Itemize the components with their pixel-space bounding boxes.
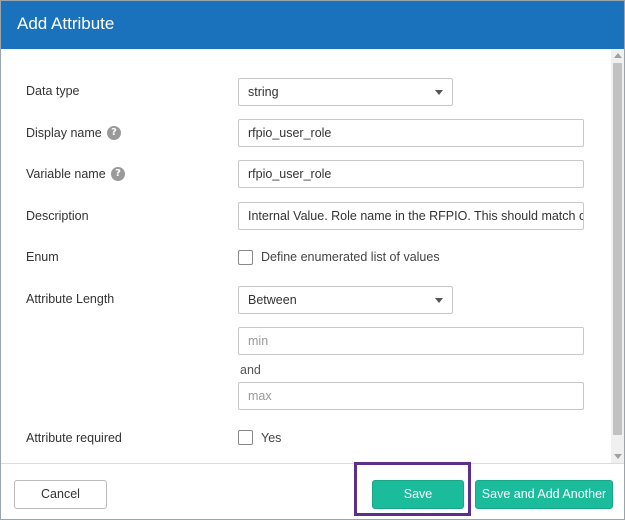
help-icon[interactable]: ? — [111, 167, 125, 181]
dialog-title: Add Attribute — [17, 14, 115, 33]
min-placeholder: min — [248, 334, 269, 348]
attribute-required-checkbox[interactable] — [238, 430, 253, 445]
display-name-input[interactable]: rfpio_user_role — [238, 119, 584, 147]
data-type-value: string — [248, 85, 279, 99]
description-value: Internal Value. Role name in the RFPIO. … — [248, 209, 584, 223]
data-type-label: Data type — [26, 84, 80, 98]
attribute-required-label: Attribute required — [26, 431, 122, 445]
dialog-body: Data type string Display name ? rfpio_us… — [1, 49, 624, 463]
attribute-length-label: Attribute Length — [26, 292, 115, 306]
attribute-length-value: Between — [248, 293, 297, 307]
scroll-up-icon[interactable] — [614, 53, 622, 58]
scroll-thumb[interactable] — [613, 63, 622, 435]
and-label: and — [240, 363, 261, 377]
attribute-length-select[interactable]: Between — [238, 286, 453, 314]
help-icon[interactable]: ? — [107, 126, 121, 140]
description-input[interactable]: Internal Value. Role name in the RFPIO. … — [238, 202, 584, 230]
max-placeholder: max — [248, 389, 272, 403]
add-attribute-dialog: Add Attribute Data type string Display n… — [0, 0, 625, 520]
chevron-down-icon — [435, 90, 443, 95]
min-input[interactable]: min — [238, 327, 584, 355]
scroll-down-icon[interactable] — [614, 454, 622, 459]
dialog-header: Add Attribute — [1, 1, 624, 49]
save-button[interactable]: Save — [372, 480, 464, 509]
save-and-add-another-button[interactable]: Save and Add Another — [475, 480, 613, 509]
max-input[interactable]: max — [238, 382, 584, 410]
attribute-required-checkbox-label[interactable]: Yes — [261, 431, 281, 445]
cancel-button[interactable]: Cancel — [14, 480, 107, 509]
variable-name-label: Variable name — [26, 167, 106, 181]
display-name-value: rfpio_user_role — [248, 126, 332, 140]
chevron-down-icon — [435, 298, 443, 303]
enum-label: Enum — [26, 250, 59, 264]
enum-checkbox[interactable] — [238, 250, 253, 265]
dialog-footer: Cancel Save Save and Add Another — [1, 463, 624, 519]
variable-name-value: rfpio_user_role — [248, 167, 332, 181]
variable-name-input[interactable]: rfpio_user_role — [238, 160, 584, 188]
vertical-scrollbar[interactable] — [611, 49, 624, 463]
description-label: Description — [26, 209, 89, 223]
display-name-label: Display name — [26, 126, 102, 140]
enum-checkbox-label[interactable]: Define enumerated list of values — [261, 250, 440, 264]
data-type-select[interactable]: string — [238, 78, 453, 106]
